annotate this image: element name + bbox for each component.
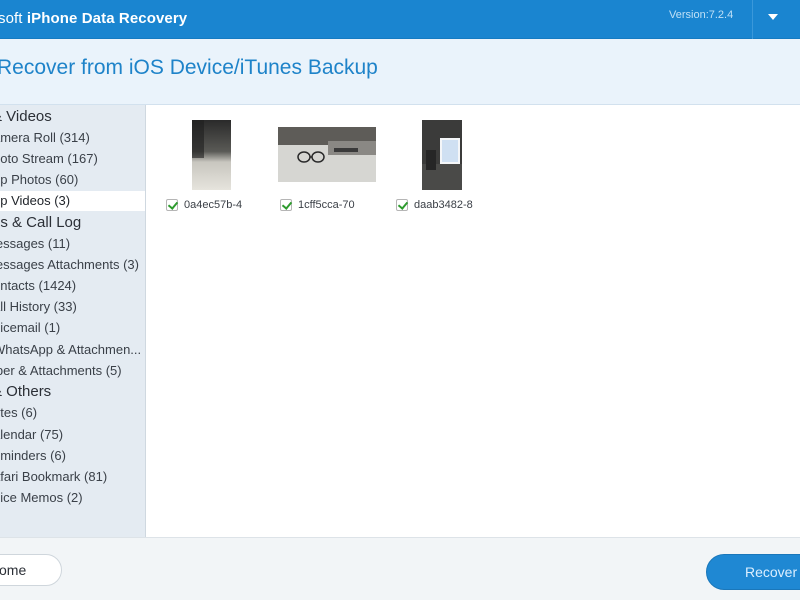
- sidebar-item-app-photos[interactable]: pp Photos (60): [0, 170, 145, 190]
- video-thumbnail[interactable]: daab3482-8: [394, 119, 504, 219]
- page-title: Recover from iOS Device/iTunes Backup: [0, 56, 378, 79]
- page-header: Recover from iOS Device/iTunes Backup: [0, 39, 800, 105]
- sidebar-item-camera-roll[interactable]: amera Roll (314): [0, 128, 145, 148]
- video-filename: daab3482-8: [414, 199, 473, 211]
- title-bar: soft iPhone Data Recovery Version:7.2.4: [0, 0, 800, 39]
- sidebar-item-whatsapp[interactable]: WhatsApp & Attachmen...: [0, 340, 145, 360]
- sidebar: & Videos amera Roll (314) hoto Stream (1…: [0, 105, 146, 537]
- sidebar-item-photo-stream[interactable]: hoto Stream (167): [0, 149, 145, 169]
- menu-dropdown-button[interactable]: [756, 4, 790, 30]
- sidebar-category-messages: es & Call Log: [0, 214, 82, 231]
- sidebar-category-others: & Others: [0, 383, 52, 400]
- sidebar-item-reminders[interactable]: eminders (6): [0, 446, 145, 466]
- app-brand: soft: [0, 10, 23, 27]
- video-preview-image: [278, 127, 376, 182]
- select-checkbox[interactable]: [166, 199, 178, 211]
- app-title: soft iPhone Data Recovery: [0, 10, 187, 27]
- sidebar-item-voicemail[interactable]: oicemail (1): [0, 318, 145, 338]
- sidebar-item-messages-attachments[interactable]: lessages Attachments (3): [0, 255, 145, 275]
- app-product-name: iPhone Data Recovery: [26, 10, 188, 27]
- sidebar-category-media: & Videos: [0, 108, 52, 125]
- chevron-down-icon: [768, 14, 778, 20]
- select-checkbox[interactable]: [280, 199, 292, 211]
- version-label: Version:7.2.4: [669, 9, 734, 21]
- video-filename: 1cff5cca-70: [298, 199, 355, 211]
- app-window: soft iPhone Data Recovery Version:7.2.4 …: [0, 0, 800, 600]
- sidebar-item-safari-bookmark[interactable]: afari Bookmark (81): [0, 467, 145, 487]
- sidebar-item-messages[interactable]: lessages (11): [0, 234, 145, 254]
- sidebar-item-voice-memos[interactable]: oice Memos (2): [0, 488, 145, 508]
- home-button[interactable]: ome: [0, 554, 62, 586]
- video-thumbnail[interactable]: 0a4ec57b-4: [162, 119, 272, 219]
- sidebar-item-app-videos[interactable]: pp Videos (3): [0, 191, 145, 211]
- sidebar-item-calendar[interactable]: alendar (75): [0, 425, 145, 445]
- sidebar-item-viber[interactable]: iber & Attachments (5): [0, 361, 145, 381]
- content-area: 0a4ec57b-4 1cff5cca-70 daab3482-8: [146, 105, 800, 537]
- titlebar-divider: [752, 0, 753, 39]
- video-thumbnail[interactable]: 1cff5cca-70: [278, 119, 378, 219]
- sidebar-item-call-history[interactable]: all History (33): [0, 297, 145, 317]
- video-preview-image: [422, 120, 462, 190]
- recover-button[interactable]: Recover: [706, 554, 800, 590]
- select-checkbox[interactable]: [396, 199, 408, 211]
- sidebar-item-contacts[interactable]: ontacts (1424): [0, 276, 145, 296]
- video-preview-image: [192, 120, 231, 190]
- video-filename: 0a4ec57b-4: [184, 199, 243, 211]
- sidebar-item-notes[interactable]: otes (6): [0, 403, 145, 423]
- footer-bar: ome Recover: [0, 537, 800, 600]
